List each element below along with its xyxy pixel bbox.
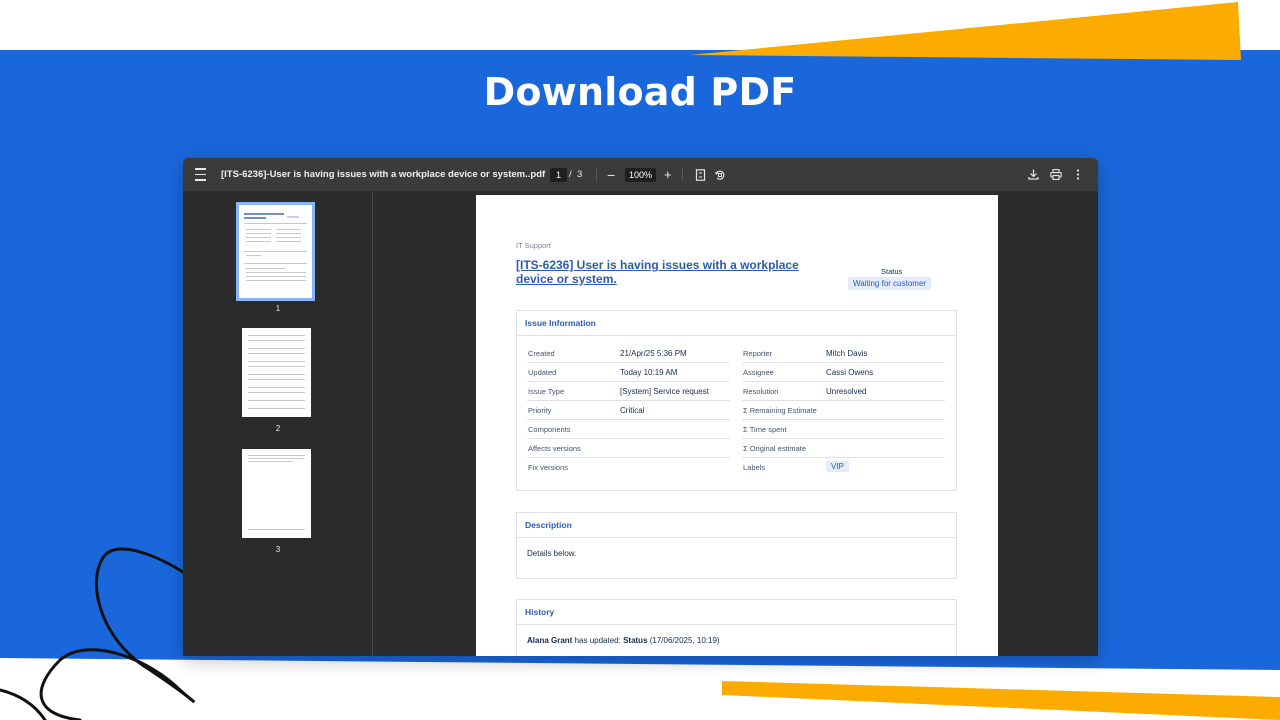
hamburger-icon[interactable]	[195, 158, 207, 191]
field-label: Affects versions	[528, 444, 581, 453]
zoom-in-button[interactable]: +	[664, 158, 672, 191]
field-label: Assignee	[743, 368, 774, 377]
field-label: Updated	[528, 368, 557, 377]
field-label: Priority	[528, 406, 552, 415]
field-row: Σ Original estimate	[742, 440, 945, 458]
document-view[interactable]: IT Support [ITS-6236] User is having iss…	[374, 191, 1098, 656]
issue-title-link[interactable]: [ITS-6236] User is having issues with a …	[516, 258, 836, 286]
page-thumbnail-2[interactable]	[242, 328, 311, 417]
history-panel: History Alana Grant has updated: Status …	[516, 599, 957, 656]
field-value: Critical	[620, 406, 645, 415]
field-value: 21/Apr/25 5:36 PM	[620, 349, 687, 358]
thumbnail-label: 1	[275, 304, 281, 313]
field-row: Σ Remaining Estimate	[742, 402, 945, 420]
field-label: Σ Original estimate	[743, 444, 806, 453]
field-value: Today 10:19 AM	[620, 368, 678, 377]
thumbnail-sidebar: 1 2 3	[183, 191, 373, 656]
history-user: Alana Grant	[527, 636, 573, 645]
field-label: Issue Type	[528, 387, 565, 396]
page-thumbnail-3[interactable]	[242, 449, 311, 538]
field-row: Issue Type [System] Service request	[527, 383, 730, 401]
pdf-page: IT Support [ITS-6236] User is having iss…	[476, 195, 998, 656]
status-label: Status	[881, 267, 903, 276]
field-row: Σ Time spent	[742, 421, 945, 439]
field-label: Reporter	[743, 349, 773, 358]
more-vert-icon[interactable]	[1076, 158, 1080, 191]
rotate-icon[interactable]	[714, 158, 726, 191]
project-name: IT Support	[516, 241, 551, 250]
field-row: Resolution Unresolved	[742, 383, 945, 401]
document-title: [ITS-6236]-User is having issues with a …	[221, 169, 546, 180]
field-row: Reporter Mitch Davis	[742, 345, 945, 363]
field-label: Labels	[743, 463, 766, 472]
field-row: Labels VIP	[742, 459, 945, 477]
banner-title: Download PDF	[483, 70, 797, 114]
pdf-viewer-window: [ITS-6236]-User is having issues with a …	[183, 158, 1098, 656]
panel-heading: Description	[517, 513, 956, 538]
toolbar-divider	[596, 168, 597, 181]
toolbar-divider	[682, 168, 683, 181]
viewer-toolbar: [ITS-6236]-User is having issues with a …	[183, 158, 1098, 191]
page-thumbnail-1[interactable]	[236, 202, 315, 301]
thumbnail-label: 3	[275, 545, 281, 554]
field-row: Affects versions	[527, 440, 730, 458]
zoom-level-input[interactable]: 100%	[625, 168, 656, 182]
panel-heading: Issue Information	[517, 311, 956, 336]
field-label: Fix versions	[528, 463, 569, 472]
status-badge: Waiting for customer	[848, 277, 932, 290]
history-field: Status	[623, 636, 648, 645]
issue-information-panel: Issue Information Created 21/Apr/25 5:36…	[516, 310, 957, 491]
history-action: has updated:	[572, 636, 624, 645]
field-value: [System] Service request	[620, 387, 709, 396]
field-value: Unresolved	[826, 387, 867, 396]
history-time: (17/06/2025, 10:19)	[647, 636, 720, 645]
description-panel: Description Details below.	[516, 512, 957, 579]
print-icon[interactable]	[1050, 158, 1062, 191]
field-label: Σ Remaining Estimate	[743, 406, 817, 415]
field-row: Updated Today 10:19 AM	[527, 364, 730, 382]
field-row: Fix versions	[527, 459, 730, 477]
field-label: Components	[528, 425, 571, 434]
field-row: Components	[527, 421, 730, 439]
field-value: Mitch Davis	[826, 349, 868, 358]
label-badge: VIP	[826, 461, 849, 472]
fit-page-icon[interactable]	[695, 158, 706, 191]
total-pages: 3	[577, 169, 583, 180]
thumbnail-label: 2	[275, 424, 281, 433]
field-label: Resolution	[743, 387, 779, 396]
field-row: Assignee Cassi Owens	[742, 364, 945, 382]
description-text: Details below.	[527, 549, 577, 558]
download-icon[interactable]	[1028, 158, 1039, 191]
history-entry: Alana Grant has updated: Status (17/06/2…	[527, 636, 720, 645]
field-row: Created 21/Apr/25 5:36 PM	[527, 345, 730, 363]
page-separator: /	[569, 169, 572, 180]
field-row: Priority Critical	[527, 402, 730, 420]
panel-heading: History	[517, 600, 956, 625]
field-value: Cassi Owens	[826, 368, 874, 377]
page-number-input[interactable]: 1	[550, 168, 567, 182]
field-label: Created	[528, 349, 555, 358]
zoom-out-button[interactable]: −	[607, 158, 615, 191]
field-label: Σ Time spent	[743, 425, 787, 434]
